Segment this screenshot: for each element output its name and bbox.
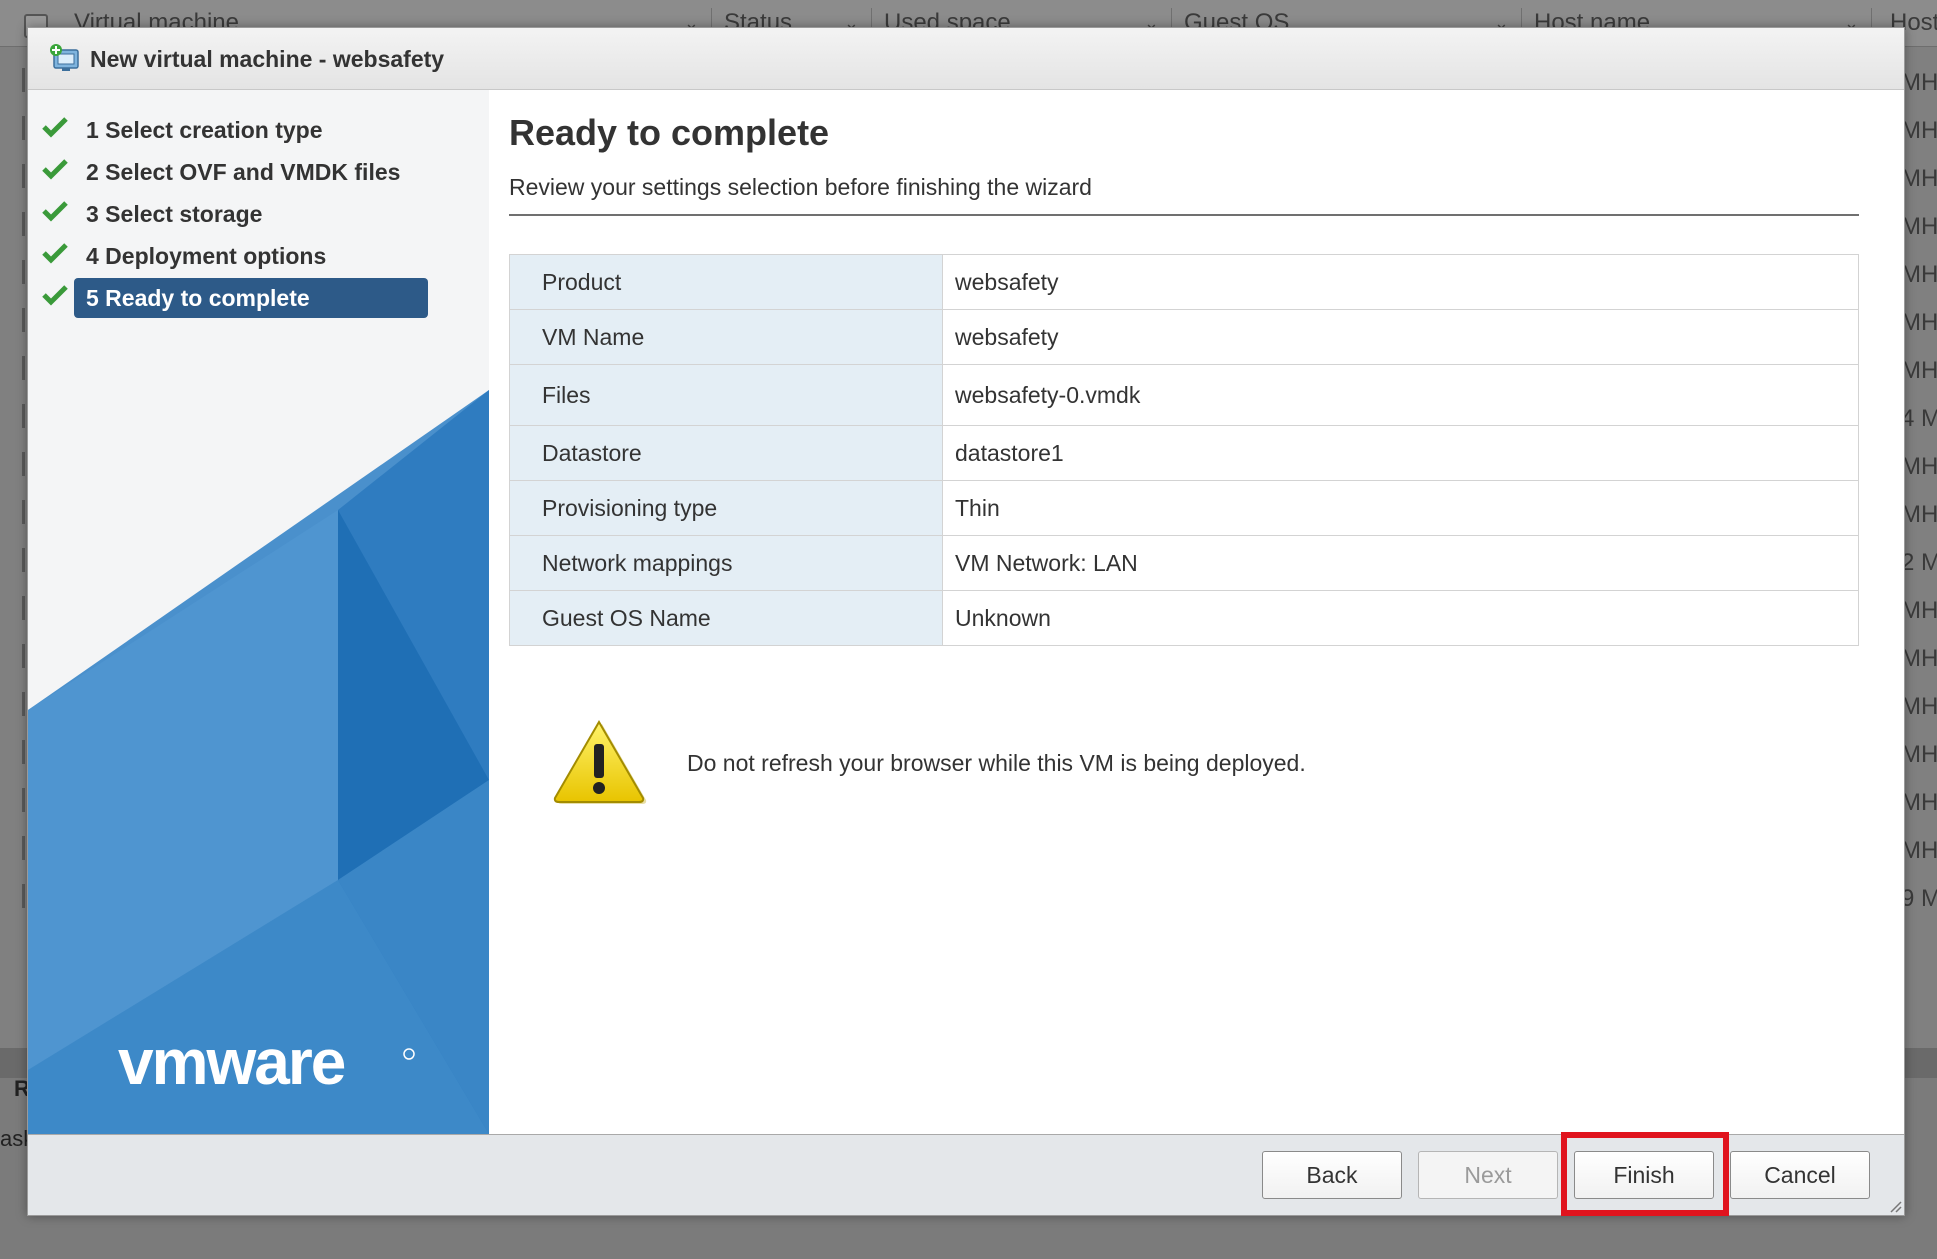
warning-message: Do not refresh your browser while this V… [551,718,1751,808]
warning-text: Do not refresh your browser while this V… [687,750,1306,776]
summary-row: Files websafety-0.vmdk [509,364,1859,426]
wizard-content: Ready to complete Review your settings s… [489,90,1904,1134]
background-row-marker [22,356,25,380]
summary-row: Product websafety [509,254,1859,310]
wizard-steps-panel: 1 Select creation type 2 Select OVF and … [28,90,489,1134]
back-button[interactable]: Back [1262,1151,1402,1199]
summary-row: Guest OS Name Unknown [509,590,1859,646]
background-row-marker [22,548,25,572]
background-row-marker [22,164,25,188]
wizard-step-2[interactable]: 2 Select OVF and VMDK files [42,152,462,194]
wizard-step-label: 3 Select storage [86,201,263,227]
summary-key: Product [509,254,943,310]
background-row-marker [22,644,25,668]
wizard-step-3[interactable]: 3 Select storage [42,194,462,236]
cancel-button[interactable]: Cancel [1730,1151,1870,1199]
background-row-marker [22,692,25,716]
wizard-step-1[interactable]: 1 Select creation type [42,110,462,152]
resize-grip-icon[interactable] [1888,1199,1902,1213]
checkmark-icon [42,117,68,138]
wizard-step-list: 1 Select creation type 2 Select OVF and … [42,110,462,320]
summary-value: websafety [942,254,1859,310]
summary-key: Guest OS Name [509,590,943,646]
background-row-marker [22,212,25,236]
checkmark-icon [42,159,68,180]
background-row-edges [0,46,28,1046]
new-vm-dialog: New virtual machine - websafety 1 Select… [27,27,1905,1216]
checkmark-icon [42,201,68,222]
background-row-marker [22,500,25,524]
summary-value: datastore1 [942,425,1859,481]
settings-summary-table: Product websafety VM Name websafety Files web… [509,254,1859,646]
vmware-logo: vmware [118,1030,415,1098]
vmware-logo-text: vmware [118,1030,345,1098]
background-row-marker [22,68,25,92]
background-row-marker [22,788,25,812]
wizard-step-4[interactable]: 4 Deployment options [42,236,462,278]
background-row-marker [22,740,25,764]
background-row-marker [22,308,25,332]
dialog-titlebar[interactable]: New virtual machine - websafety [28,28,1904,90]
wizard-step-label: 1 Select creation type [86,117,323,143]
background-row-marker [22,836,25,860]
background-row-marker [22,884,25,908]
summary-row: Network mappings VM Network: LAN [509,535,1859,591]
wizard-step-5-active[interactable]: 5 Ready to complete [42,278,462,320]
summary-row: VM Name websafety [509,309,1859,365]
background-row-marker [22,596,25,620]
new-vm-icon [50,44,79,71]
next-button[interactable]: Next [1418,1151,1558,1199]
checkmark-icon [42,285,68,306]
summary-key: Datastore [509,425,943,481]
background-row-marker [22,116,25,140]
dialog-title: New virtual machine - websafety [90,46,445,72]
wizard-step-label: 4 Deployment options [86,243,327,269]
checkmark-icon [42,243,68,264]
page-subtitle: Review your settings selection before fi… [509,174,1092,200]
summary-row: Provisioning type Thin [509,480,1859,536]
background-row-marker [22,404,25,428]
summary-value: Unknown [942,590,1859,646]
divider [509,214,1859,216]
background-row-marker [22,452,25,476]
wizard-step-label: 2 Select OVF and VMDK files [86,159,401,185]
summary-key: Network mappings [509,535,943,591]
summary-value: Thin [942,480,1859,536]
summary-value: websafety-0.vmdk [942,364,1859,426]
finish-button[interactable]: Finish [1574,1151,1714,1199]
summary-row: Datastore datastore1 [509,425,1859,481]
summary-value: VM Network: LAN [942,535,1859,591]
summary-value: websafety [942,309,1859,365]
wizard-step-label: 5 Ready to complete [74,278,428,318]
summary-key: Provisioning type [509,480,943,536]
summary-key: Files [509,364,943,426]
summary-key: VM Name [509,309,943,365]
warning-icon [553,720,647,804]
page-title: Ready to complete [509,112,830,153]
dialog-footer: Back Next Finish Cancel [28,1134,1904,1215]
background-row-marker [22,260,25,284]
